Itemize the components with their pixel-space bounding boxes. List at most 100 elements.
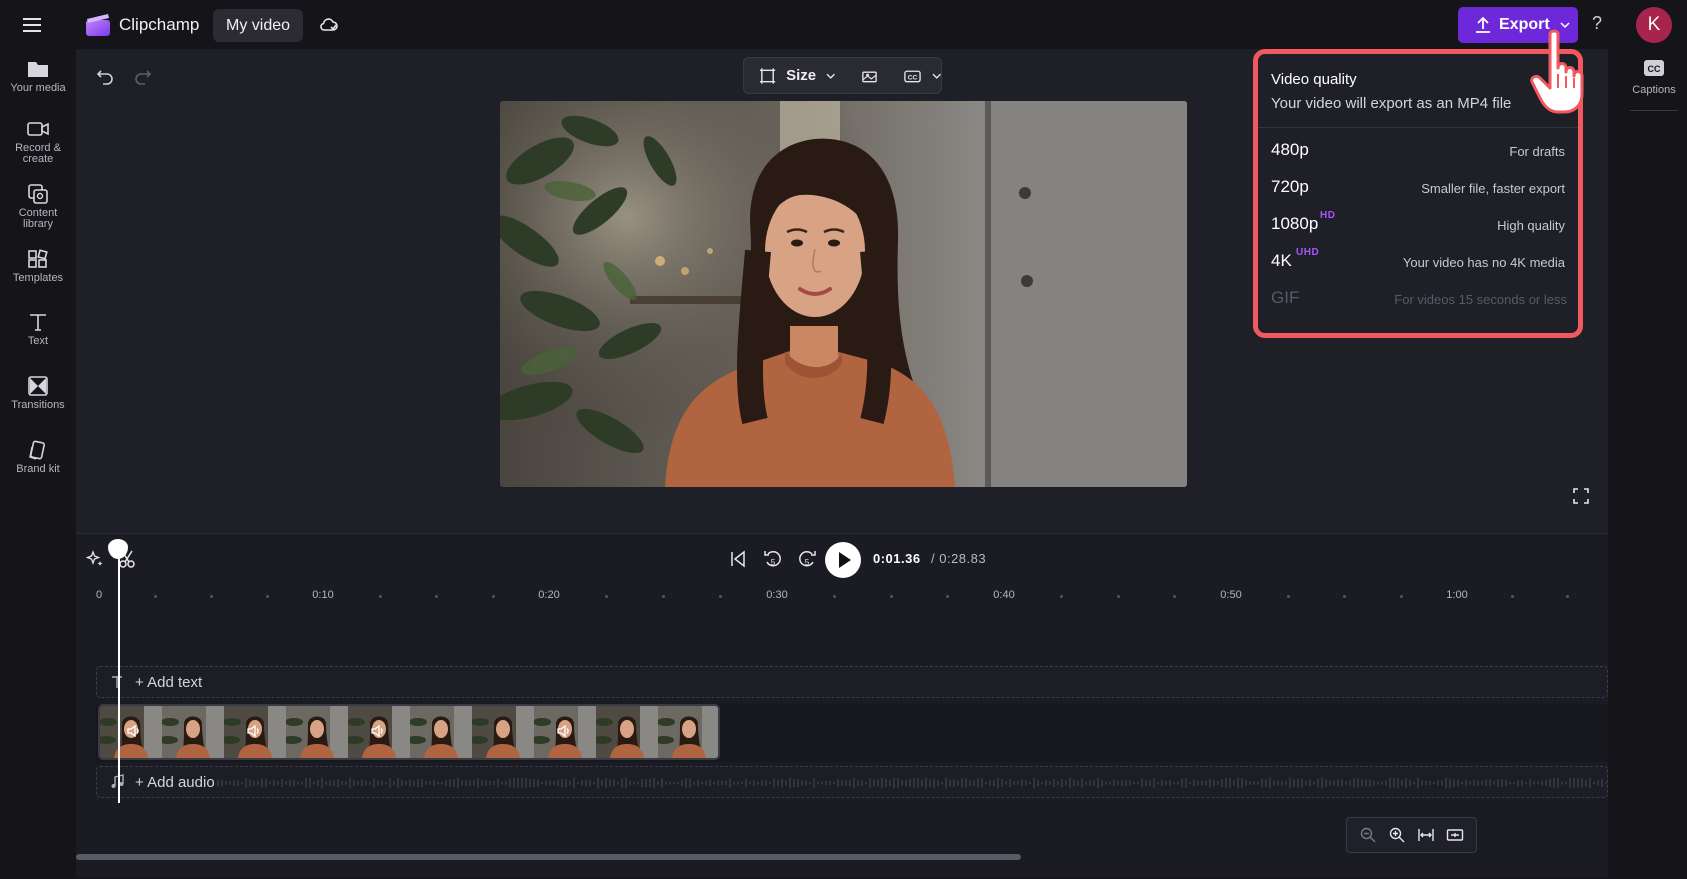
sidebar-item-your-media[interactable]: Your media: [0, 58, 76, 94]
option-name: 480p: [1271, 140, 1309, 159]
sidebar-item-text[interactable]: Text: [0, 311, 76, 347]
zoom-in-icon[interactable]: [1388, 826, 1406, 844]
chevron-down-icon[interactable]: [826, 72, 836, 80]
quality-option-1080p[interactable]: 1080p HD High quality: [1258, 208, 1578, 244]
background-icon[interactable]: [860, 67, 879, 85]
waveform-bar: [405, 780, 407, 786]
waveform-bar: [429, 780, 431, 786]
volume-icon[interactable]: [556, 723, 572, 739]
redo-icon[interactable]: [134, 67, 152, 85]
fit-timeline-icon[interactable]: [1417, 826, 1435, 844]
magic-sparkle-icon[interactable]: [85, 549, 105, 569]
ruler-dot: [435, 595, 438, 598]
waveform-bar: [1357, 778, 1359, 788]
waveform-bar: [1413, 781, 1415, 785]
waveform-bar: [1373, 780, 1375, 786]
waveform-bar: [965, 778, 967, 788]
captions-cc-icon[interactable]: CC: [903, 67, 922, 85]
waveform-bar: [425, 781, 427, 785]
waveform-bar: [685, 778, 687, 788]
waveform-bar: [1225, 778, 1227, 788]
menu-title: Video quality: [1271, 71, 1357, 88]
waveform-bar: [417, 778, 419, 788]
waveform-bar: [1593, 781, 1595, 785]
waveform-bar: [473, 780, 475, 786]
ruler-dot: [1286, 595, 1290, 598]
waveform-bar: [1557, 778, 1559, 788]
undo-icon[interactable]: [96, 67, 114, 85]
content-library-icon: [28, 184, 48, 204]
sidebar-item-transitions[interactable]: Transitions: [0, 375, 76, 411]
volume-icon[interactable]: [246, 723, 262, 739]
chevron-down-icon[interactable]: [931, 72, 941, 80]
size-button[interactable]: Size: [786, 67, 816, 84]
cloud-sync-icon[interactable]: [318, 14, 340, 36]
fullscreen-icon[interactable]: [1572, 487, 1590, 505]
waveform-bar: [1401, 779, 1403, 787]
waveform-bar: [1305, 780, 1307, 786]
waveform-bar: [521, 777, 523, 789]
timeline-scrollbar[interactable]: [76, 854, 1021, 860]
waveform-bar: [1437, 780, 1439, 786]
waveform-bar: [757, 781, 759, 785]
waveform-bar: [753, 780, 755, 786]
waveform-bar: [1337, 779, 1339, 787]
play-button[interactable]: [825, 542, 861, 578]
forward-5-icon[interactable]: 5: [796, 548, 818, 570]
volume-icon[interactable]: [370, 723, 386, 739]
waveform-bar: [1313, 781, 1315, 785]
waveform-bar: [1141, 778, 1143, 788]
waveform-bar: [477, 778, 479, 788]
ruler-dot: [210, 595, 213, 598]
zoom-controls: [1346, 817, 1477, 853]
waveform-bar: [645, 778, 647, 788]
waveform-bar: [389, 777, 391, 789]
waveform-bar: [1197, 780, 1199, 786]
audio-track[interactable]: + Add audio: [96, 766, 1608, 798]
waveform-bar: [1561, 781, 1563, 785]
help-icon[interactable]: ?: [1592, 13, 1602, 34]
project-name[interactable]: My video: [213, 9, 304, 42]
waveform-bar: [1521, 779, 1523, 787]
video-clip[interactable]: [98, 704, 720, 760]
waveform-bar: [657, 780, 659, 786]
waveform-bar: [321, 777, 323, 789]
waveform-bar: [549, 780, 551, 786]
sidebar-item-templates[interactable]: Templates: [0, 248, 76, 284]
option-name: GIF: [1271, 288, 1300, 307]
waveform-bar: [1065, 780, 1067, 786]
preview-toolbar: Size CC: [743, 57, 942, 94]
zoom-out-icon[interactable]: [1359, 826, 1377, 844]
sidebar-item-brand-kit[interactable]: Brand kit: [0, 439, 76, 475]
menu-icon[interactable]: [20, 14, 44, 36]
quality-option-4k[interactable]: 4K UHD Your video has no 4K media: [1258, 245, 1578, 281]
waveform-bar: [1193, 779, 1195, 787]
waveform-bar: [1165, 780, 1167, 786]
waveform-bar: [297, 781, 299, 785]
waveform-bar: [1317, 778, 1319, 788]
option-description: For videos 15 seconds or less: [1394, 292, 1567, 307]
waveform-bar: [273, 779, 275, 787]
ruler-dot: [154, 595, 157, 598]
waveform-bar: [913, 778, 915, 788]
waveform-bar: [1181, 778, 1183, 788]
skip-to-start-icon[interactable]: [728, 549, 748, 569]
text-track[interactable]: + Add text: [96, 666, 1608, 698]
sidebar-item-label: Templates: [12, 272, 64, 284]
sidebar-item-record-create[interactable]: Record & create: [0, 118, 76, 165]
sidebar-item-content-library[interactable]: Content library: [0, 183, 76, 230]
volume-icon[interactable]: [126, 723, 142, 739]
expand-timeline-icon[interactable]: [1446, 826, 1464, 844]
avatar[interactable]: K: [1636, 7, 1672, 43]
waveform-bar: [341, 780, 343, 786]
waveform-bar: [597, 777, 599, 789]
quality-option-720p[interactable]: 720p Smaller file, faster export: [1258, 171, 1578, 207]
rewind-5-icon[interactable]: 5: [762, 548, 784, 570]
total-time: / 0:28.83: [931, 551, 987, 566]
sidebar-item-captions[interactable]: CC Captions: [1626, 58, 1682, 111]
waveform-bar: [897, 778, 899, 788]
video-preview[interactable]: [500, 101, 1187, 487]
waveform-bar: [1037, 779, 1039, 787]
waveform-bar: [1205, 780, 1207, 786]
quality-option-480p[interactable]: 480p For drafts: [1258, 134, 1578, 170]
